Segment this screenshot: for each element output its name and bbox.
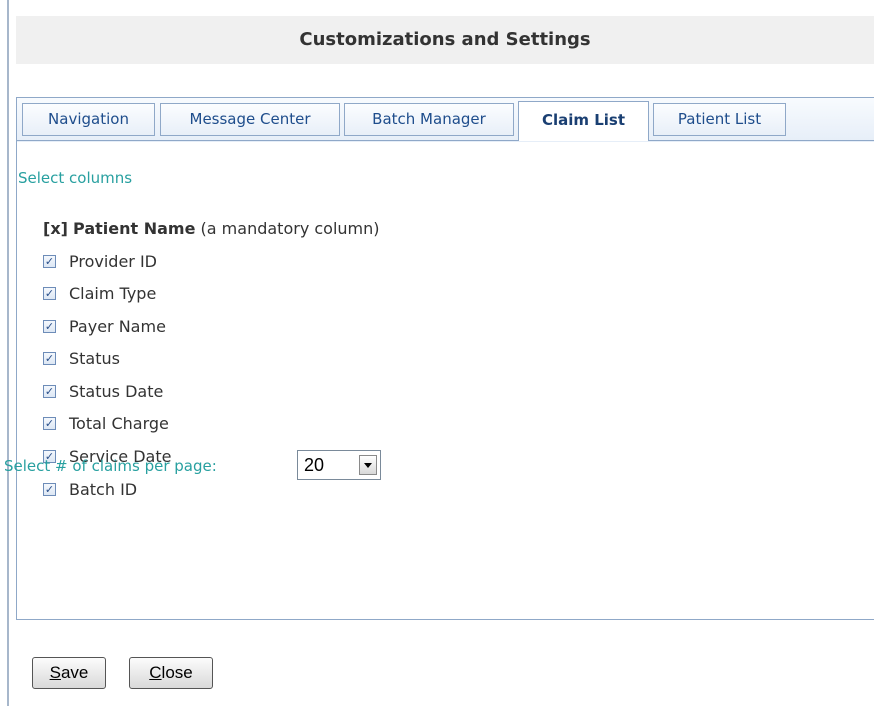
close-mnemonic: C: [149, 663, 162, 682]
settings-panel: Navigation Message Center Batch Manager …: [16, 97, 874, 620]
mandatory-marker: [x]: [43, 219, 68, 238]
tab-navigation[interactable]: Navigation: [22, 103, 155, 136]
dropdown-button[interactable]: [359, 455, 377, 475]
claims-per-page-select[interactable]: 20: [297, 450, 381, 480]
checkbox[interactable]: ✓: [43, 352, 56, 365]
claims-per-page-label: Select # of claims per page:: [4, 457, 217, 475]
mandatory-column-row: [x] Patient Name (a mandatory column): [43, 219, 380, 238]
close-button[interactable]: Close: [129, 657, 213, 689]
tab-bar-divider: [17, 140, 874, 141]
tab-patient-list[interactable]: Patient List: [653, 103, 786, 136]
checkbox[interactable]: ✓: [43, 483, 56, 496]
column-option-label: Payer Name: [69, 317, 166, 336]
select-columns-label: Select columns: [18, 169, 133, 187]
checkbox[interactable]: ✓: [43, 287, 56, 300]
column-option-label: Provider ID: [69, 252, 157, 271]
save-mnemonic: S: [49, 663, 61, 682]
checkbox[interactable]: ✓: [43, 320, 56, 333]
column-option-label: Total Charge: [69, 414, 169, 433]
window-left-border: [7, 0, 9, 706]
claims-per-page-value: 20: [304, 455, 325, 475]
column-option-label: Batch ID: [69, 480, 138, 499]
mandatory-column-name: Patient Name: [73, 219, 196, 238]
close-label: lose: [161, 663, 193, 682]
checkbox[interactable]: ✓: [43, 255, 56, 268]
save-button[interactable]: Save: [32, 657, 106, 689]
tab-message-center[interactable]: Message Center: [160, 103, 340, 136]
column-option-label: Status: [69, 349, 120, 368]
dialog-title: Customizations and Settings: [16, 16, 874, 64]
mandatory-column-note: (a mandatory column): [200, 219, 380, 238]
tab-claim-list[interactable]: Claim List: [518, 101, 649, 141]
column-option-label: Claim Type: [69, 284, 157, 303]
tab-batch-manager[interactable]: Batch Manager: [344, 103, 514, 136]
checkbox[interactable]: ✓: [43, 417, 56, 430]
tab-bar: Navigation Message Center Batch Manager …: [17, 97, 874, 142]
save-label: ave: [60, 663, 89, 682]
column-option-label: Status Date: [69, 382, 164, 401]
checkbox[interactable]: ✓: [43, 385, 56, 398]
chevron-down-icon: [364, 463, 372, 468]
